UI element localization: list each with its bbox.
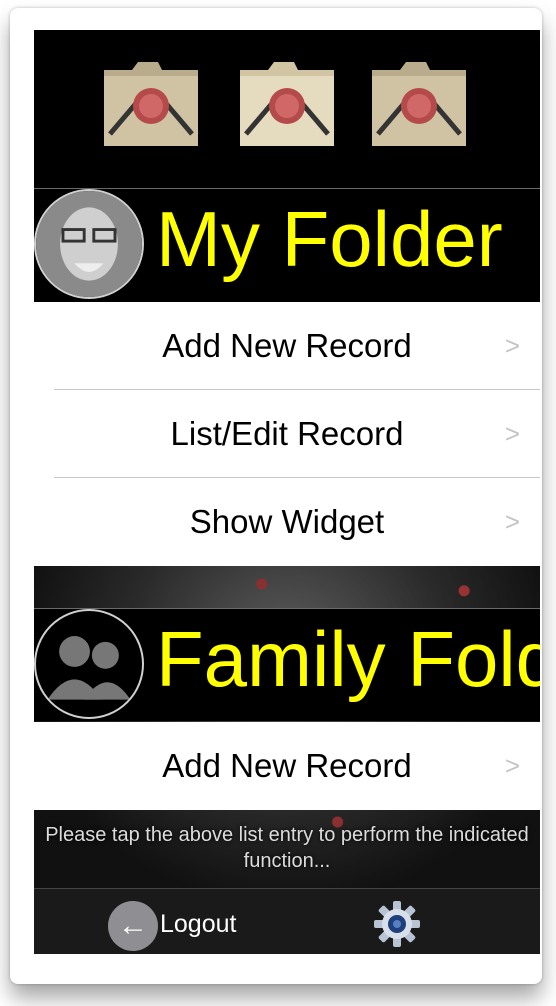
chevron-right-icon: > <box>504 750 520 781</box>
list-edit-record-item[interactable]: List/Edit Record > <box>34 390 540 478</box>
app-screen: My Folder Add New Record > List/Edit Rec… <box>34 30 540 954</box>
list-item-label: Show Widget <box>189 503 385 540</box>
my-folder-header: My Folder <box>34 188 540 301</box>
my-folder-list: Add New Record > List/Edit Record > Show… <box>34 302 540 566</box>
logout-label[interactable]: Logout <box>160 910 236 939</box>
family-folder-list: Add New Record > <box>34 722 540 810</box>
chevron-right-icon: > <box>504 418 520 449</box>
show-widget-item[interactable]: Show Widget > <box>34 478 540 566</box>
folder-icons-row <box>34 30 540 188</box>
my-folder-title: My Folder <box>156 195 503 283</box>
avatar <box>34 189 144 299</box>
folder-icon-3[interactable] <box>368 54 470 154</box>
family-folder-title: Family Folder <box>156 615 540 703</box>
arrow-left-icon: ← <box>118 909 148 942</box>
chevron-right-icon: > <box>504 506 520 537</box>
folder-icon-1[interactable] <box>100 54 202 154</box>
hint-text: Please tap the above list entry to perfo… <box>45 824 529 872</box>
family-avatar <box>34 609 144 719</box>
family-add-new-record-item[interactable]: Add New Record > <box>34 722 540 810</box>
gear-icon[interactable] <box>372 899 422 949</box>
logout-button[interactable]: ← <box>108 901 158 951</box>
add-new-record-item[interactable]: Add New Record > <box>34 302 540 390</box>
list-item-label: List/Edit Record <box>170 415 404 452</box>
chevron-right-icon: > <box>504 330 520 361</box>
bottom-toolbar: ← Logout <box>34 888 540 954</box>
list-item-label: Add New Record <box>162 747 412 784</box>
list-item-label: Add New Record <box>162 327 412 364</box>
folder-icon-2[interactable] <box>236 54 338 154</box>
family-folder-header: Family Folder <box>34 608 540 721</box>
